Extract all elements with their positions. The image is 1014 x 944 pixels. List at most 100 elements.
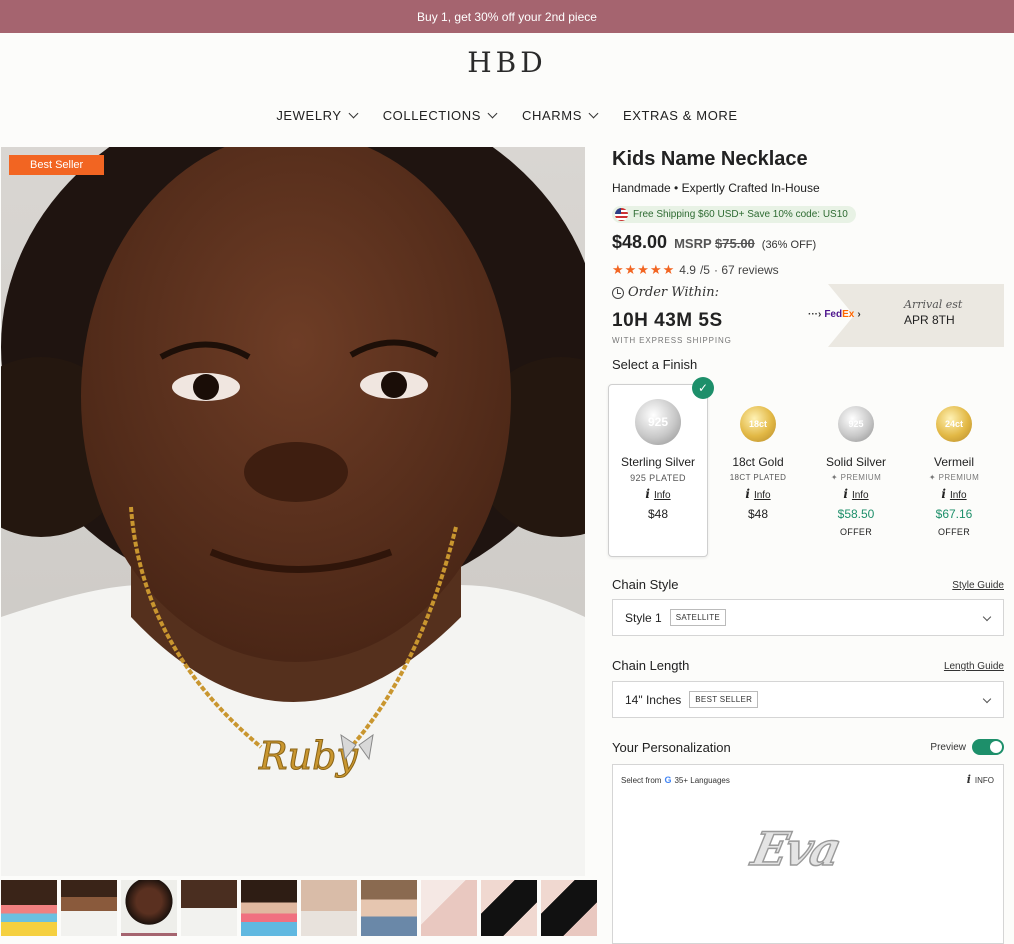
chain-style-tag: SATELLITE — [669, 609, 727, 626]
finish-price: $48 — [647, 507, 669, 521]
personalization-info[interactable]: i INFO — [967, 773, 994, 786]
language-selector[interactable]: Select from G 35+ Languages — [621, 775, 730, 785]
finish-info[interactable]: i Info — [904, 487, 1004, 501]
style-guide-link[interactable]: Style Guide — [952, 580, 1004, 591]
arrival-label: Arrival est — [904, 298, 963, 311]
finish-name: Vermeil — [933, 455, 974, 469]
price-row: $48.00 MSRP $75.00 (36% OFF) — [612, 232, 816, 253]
coin-icon: 925 — [635, 399, 681, 445]
info-icon: i — [941, 487, 946, 501]
chevron-down-icon — [348, 108, 359, 119]
best-seller-badge: Best Seller — [9, 155, 105, 175]
arrow-icon: ···› — [808, 309, 822, 320]
chain-style-select[interactable]: Style 1 SATELLITE — [612, 599, 1004, 636]
finish-sterling-silver[interactable]: ✓ 925 Sterling Silver 925 PLATED i Info $… — [608, 377, 714, 557]
chain-length-select[interactable]: 14" Inches BEST SELLER — [612, 681, 1004, 718]
premium-label: ✦ PREMIUM — [928, 473, 980, 482]
thumbnail-strip — [1, 880, 597, 938]
nav-extras[interactable]: EXTRAS & MORE — [623, 108, 738, 123]
arrow-icon: › — [857, 309, 861, 320]
finish-info[interactable]: i Info — [708, 487, 808, 501]
nav-charms[interactable]: CHARMS — [522, 108, 599, 123]
nav-jewelry[interactable]: JEWELRY — [276, 108, 359, 123]
preview-toggle[interactable] — [972, 739, 1004, 755]
clock-icon — [612, 286, 624, 299]
msrp-value: $75.00 — [715, 236, 755, 251]
preview-label: Preview — [930, 741, 966, 753]
product-info-panel: Kids Name Necklace Handmade • Expertly C… — [608, 148, 1004, 944]
countdown-timer: 10H 43M 5S — [612, 310, 723, 331]
finish-name: Sterling Silver — [620, 455, 696, 469]
fedex-logo: ···› Fed Ex › — [808, 309, 861, 320]
info-icon: i — [966, 773, 971, 786]
rating-max: /5 — [699, 263, 710, 277]
fedex-fe: Fed — [824, 309, 843, 320]
select-from-label: Select from — [621, 775, 662, 785]
finish-price: $67.16 — [935, 507, 973, 521]
fedex-ex: Ex — [842, 309, 855, 320]
finish-price: $48 — [747, 507, 769, 521]
google-icon: G — [664, 775, 672, 785]
info-icon: i — [645, 487, 650, 501]
offer-label: OFFER — [840, 527, 872, 537]
thumbnail[interactable] — [421, 880, 477, 936]
nav-label: COLLECTIONS — [382, 108, 482, 123]
info-icon: i — [843, 487, 848, 501]
thumbnail-active[interactable] — [121, 880, 177, 936]
finish-name: 18ct Gold — [732, 455, 784, 469]
coin-icon: 24ct — [936, 406, 972, 442]
thumbnail[interactable] — [541, 880, 597, 936]
chain-length-value: 14" Inches — [625, 692, 682, 707]
personalization-preview[interactable]: Select from G 35+ Languages i INFO Eva — [612, 764, 1004, 944]
main-nav: JEWELRY COLLECTIONS CHARMS EXTRAS & MORE — [0, 108, 1014, 123]
finish-label: Select a Finish — [612, 357, 698, 372]
coin-icon: 18ct — [740, 406, 776, 442]
promo-text: Buy 1, get 30% off your 2nd piece — [417, 9, 597, 24]
product-title: Kids Name Necklace — [612, 148, 808, 170]
thumbnail[interactable] — [241, 880, 297, 936]
thumbnail[interactable] — [361, 880, 417, 936]
finish-name: Solid Silver — [825, 455, 887, 469]
thumbnail[interactable] — [1, 880, 57, 936]
chevron-down-icon — [487, 108, 498, 119]
thumbnail[interactable] — [301, 880, 357, 936]
length-guide-link[interactable]: Length Guide — [944, 661, 1004, 672]
info-icon: i — [745, 487, 750, 501]
brand-logo[interactable]: HBD — [0, 46, 1014, 79]
rating-row[interactable]: ★★★★★ 4.9 /5 · 67 reviews — [612, 262, 779, 278]
arrival-date: APR 8TH — [904, 313, 955, 327]
chevron-down-icon — [588, 108, 599, 119]
product-main-image[interactable]: Ruby Best Seller — [1, 147, 585, 876]
finish-price: $58.50 — [837, 507, 875, 521]
promo-banner[interactable]: Buy 1, get 30% off your 2nd piece — [0, 0, 1014, 33]
personalization-label: Your Personalization — [612, 740, 731, 755]
thumbnail[interactable] — [481, 880, 537, 936]
thumbnail[interactable] — [61, 880, 117, 936]
order-label: Order Within: — [628, 285, 720, 300]
finish-18ct-gold[interactable]: 18ct 18ct Gold 18CT PLATED i Info $48 — [708, 384, 808, 557]
shipping-promo: Free Shipping $60 USD+ Save 10% code: US… — [612, 206, 856, 223]
chain-style-label: Chain Style — [612, 577, 679, 592]
rating-value: 4.9 — [679, 263, 696, 277]
languages-label: 35+ Languages — [674, 775, 730, 785]
msrp-label: MSRP — [674, 236, 712, 251]
price: $48.00 — [612, 232, 668, 252]
personalization-preview-text: Eva — [747, 821, 846, 877]
nav-collections[interactable]: COLLECTIONS — [382, 108, 498, 123]
finish-info[interactable]: i Info — [609, 487, 707, 501]
chain-style-value: Style 1 — [625, 610, 662, 625]
sparkle-icon: ✦ — [928, 473, 936, 482]
thumbnail[interactable] — [181, 880, 237, 936]
discount: (36% OFF) — [761, 239, 817, 251]
finish-sub: 18CT PLATED — [729, 473, 787, 482]
offer-label: OFFER — [938, 527, 970, 537]
finish-vermeil[interactable]: 24ct Vermeil ✦ PREMIUM i Info $67.16 OFFE… — [904, 384, 1004, 557]
chain-length-tag: BEST SELLER — [689, 691, 759, 708]
sparkle-icon: ✦ — [830, 473, 838, 482]
finish-solid-silver[interactable]: 925 Solid Silver ✦ PREMIUM i Info $58.50 … — [806, 384, 906, 557]
chain-length-label: Chain Length — [612, 658, 690, 673]
msrp: MSRP $75.00 — [674, 236, 755, 251]
premium-label: ✦ PREMIUM — [830, 473, 882, 482]
shipping-text: Free Shipping $60 USD+ Save 10% code: US… — [633, 209, 848, 220]
finish-info[interactable]: i Info — [806, 487, 906, 501]
